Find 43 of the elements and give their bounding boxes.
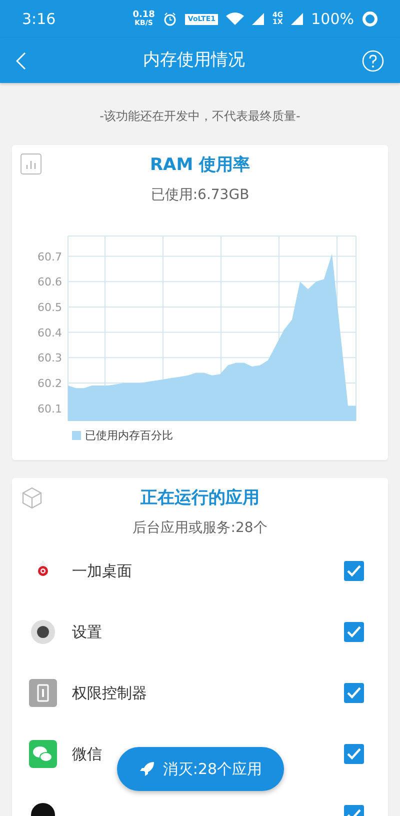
legend-swatch — [72, 431, 81, 440]
checkbox[interactable] — [344, 683, 364, 703]
status-time: 3:16 — [22, 8, 56, 30]
checkmark-icon — [347, 687, 361, 699]
battery-level: 100% — [311, 8, 354, 30]
kill-apps-button[interactable]: 消灭:28个应用 — [117, 747, 284, 791]
cube-icon — [20, 486, 44, 510]
app-name: 设置 — [72, 622, 102, 643]
checkmark-icon — [347, 626, 361, 638]
y-tick-label: 60.2 — [38, 376, 62, 390]
app-name: 权限控制器 — [72, 682, 147, 704]
used-memory-text: 已使用:6.73GB — [150, 186, 250, 204]
rocket-icon — [138, 761, 155, 777]
alarm-icon — [162, 12, 177, 26]
phone-app-icon — [28, 678, 58, 708]
card-title: RAM 使用率 — [150, 154, 250, 177]
bar-chart-icon — [20, 153, 42, 175]
y-tick-label: 60.5 — [38, 300, 62, 314]
y-tick-label: 60.7 — [38, 250, 62, 263]
checkbox[interactable] — [344, 744, 364, 764]
network-speed: 0.18 — [132, 11, 155, 20]
back-button[interactable] — [16, 52, 26, 70]
card-title: 正在运行的应用 — [140, 487, 260, 510]
page-title: 内存使用情况 — [143, 48, 245, 72]
y-tick-label: 60.4 — [38, 326, 62, 339]
notice-text: -该功能还在开发中，不代表最终质量- — [98, 108, 302, 125]
signal-icon — [252, 13, 264, 25]
help-button[interactable] — [362, 50, 384, 72]
app-name: 一加桌面 — [72, 560, 132, 582]
wifi-icon — [226, 12, 244, 26]
checkbox[interactable] — [344, 561, 364, 581]
y-tick-label: 60.3 — [38, 351, 62, 364]
checkmark-icon — [347, 748, 361, 760]
app-name: 微信 — [72, 744, 102, 765]
battery-ring-icon — [362, 11, 378, 27]
chat-app-icon — [28, 739, 58, 769]
legend-label: 已使用内存百分比 — [85, 428, 173, 444]
signal-icon — [291, 13, 304, 25]
app-count-text: 后台应用或服务:28个 — [132, 518, 268, 538]
y-tick-label: 60.1 — [38, 402, 62, 415]
checkbox[interactable] — [344, 622, 364, 642]
checkmark-icon — [347, 565, 361, 577]
y-tick-label: 60.6 — [38, 275, 62, 288]
